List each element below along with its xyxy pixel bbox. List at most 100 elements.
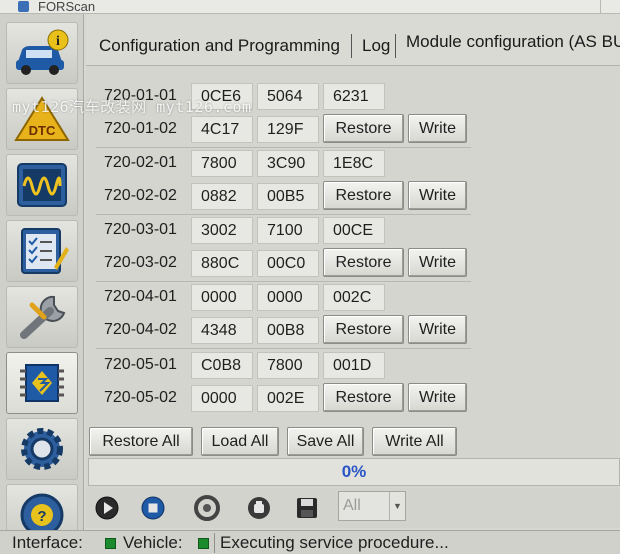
group-divider xyxy=(96,147,471,148)
row-label: 720-04-02 xyxy=(104,321,177,338)
sidebar-item-vehicle-info[interactable]: i xyxy=(6,22,78,84)
interface-status-led xyxy=(105,538,116,549)
tire-icon xyxy=(194,495,220,521)
row-label: 720-05-02 xyxy=(104,389,177,406)
row-label: 720-03-02 xyxy=(104,254,177,271)
reset-button[interactable] xyxy=(244,494,274,522)
play-icon xyxy=(95,496,119,520)
reset-icon xyxy=(248,497,270,519)
write-button[interactable]: Write xyxy=(408,315,467,344)
restore-button[interactable]: Restore xyxy=(323,248,404,277)
save-button[interactable] xyxy=(292,494,322,522)
toolbar: All ▼ xyxy=(86,488,620,528)
value-cell[interactable]: 4348 xyxy=(191,317,253,344)
value-cell[interactable]: 00CE xyxy=(323,217,385,244)
chevron-down-icon: ▼ xyxy=(389,492,405,520)
save-all-button[interactable]: Save All xyxy=(287,427,364,456)
value-cell[interactable]: 0000 xyxy=(191,284,253,311)
tab-bar: Configuration and Programming Log Module… xyxy=(86,14,620,66)
title-bar: FORScan xyxy=(0,0,620,14)
value-cell[interactable]: 3C90 xyxy=(257,150,319,177)
interface-label: Interface: xyxy=(12,533,83,552)
configuration-table: 720-01-01 0CE6 5064 6231 720-01-02 4C17 … xyxy=(86,66,620,524)
value-cell[interactable]: C0B8 xyxy=(191,352,253,379)
status-separator xyxy=(214,533,215,553)
tab-log[interactable]: Log xyxy=(362,36,390,56)
svg-text:i: i xyxy=(56,34,60,49)
write-button[interactable]: Write xyxy=(408,383,467,412)
sidebar-item-configuration[interactable] xyxy=(6,352,78,414)
close-icon[interactable] xyxy=(600,0,620,13)
sidebar-item-settings[interactable] xyxy=(6,418,78,480)
status-bar: Interface: Vehicle: Executing service pr… xyxy=(0,530,620,554)
row-label: 720-03-01 xyxy=(104,221,177,238)
value-cell[interactable]: 7800 xyxy=(257,352,319,379)
module-filter-value: All xyxy=(343,497,361,514)
write-button[interactable]: Write xyxy=(408,181,467,210)
value-cell[interactable]: 0000 xyxy=(191,385,253,412)
svg-text:?: ? xyxy=(37,508,46,525)
sidebar-item-service[interactable] xyxy=(6,286,78,348)
chip-icon xyxy=(20,364,64,402)
tab-module-configuration[interactable]: Module configuration (AS BU xyxy=(406,32,620,52)
progress-text: 0% xyxy=(341,462,367,481)
value-cell[interactable]: 00B5 xyxy=(257,183,319,210)
value-cell[interactable]: 880C xyxy=(191,250,253,277)
row-label: 720-01-02 xyxy=(104,120,177,137)
value-cell[interactable]: 3002 xyxy=(191,217,253,244)
row-label: 720-04-01 xyxy=(104,288,177,305)
row-label: 720-02-01 xyxy=(104,154,177,171)
group-divider xyxy=(96,348,471,349)
car-info-icon: i xyxy=(16,29,69,75)
vehicle-label: Vehicle: xyxy=(123,533,183,552)
value-cell[interactable]: 129F xyxy=(257,116,319,143)
value-cell[interactable]: 0000 xyxy=(257,284,319,311)
value-cell[interactable]: 00B8 xyxy=(257,317,319,344)
write-button[interactable]: Write xyxy=(408,248,467,277)
tab-separator xyxy=(351,34,352,58)
save-icon xyxy=(297,498,317,518)
sidebar: i DTC ? xyxy=(0,14,84,546)
value-cell[interactable]: 4C17 xyxy=(191,116,253,143)
restore-all-button[interactable]: Restore All xyxy=(89,427,193,456)
restore-button[interactable]: Restore xyxy=(323,114,404,143)
progress-bar: 0% xyxy=(88,458,620,486)
group-divider xyxy=(96,214,471,215)
value-cell[interactable]: 7800 xyxy=(191,150,253,177)
vehicle-status-led xyxy=(198,538,209,549)
sidebar-item-oscilloscope[interactable] xyxy=(6,154,78,216)
app-icon xyxy=(18,1,29,12)
tire-button[interactable] xyxy=(192,494,222,522)
tab-configuration-programming[interactable]: Configuration and Programming xyxy=(99,36,340,56)
value-cell[interactable]: 0882 xyxy=(191,183,253,210)
status-message: Executing service procedure... xyxy=(220,533,449,552)
checklist-icon xyxy=(21,228,69,274)
write-all-button[interactable]: Write All xyxy=(372,427,457,456)
svg-text:DTC: DTC xyxy=(29,123,56,138)
row-label: 720-02-02 xyxy=(104,187,177,204)
value-cell[interactable]: 001D xyxy=(323,352,385,379)
module-filter-select[interactable]: All ▼ xyxy=(338,491,406,521)
value-cell[interactable]: 1E8C xyxy=(323,150,385,177)
load-all-button[interactable]: Load All xyxy=(201,427,279,456)
play-button[interactable] xyxy=(92,494,122,522)
restore-button[interactable]: Restore xyxy=(323,181,404,210)
value-cell[interactable]: 6231 xyxy=(323,83,385,110)
stop-icon xyxy=(141,496,165,520)
oscilloscope-icon xyxy=(17,163,67,207)
value-cell[interactable]: 002C xyxy=(323,284,385,311)
value-cell[interactable]: 002E xyxy=(257,385,319,412)
restore-button[interactable]: Restore xyxy=(323,315,404,344)
value-cell[interactable]: 7100 xyxy=(257,217,319,244)
restore-button[interactable]: Restore xyxy=(323,383,404,412)
value-cell[interactable]: 5064 xyxy=(257,83,319,110)
value-cell[interactable]: 00C0 xyxy=(257,250,319,277)
wrench-icon xyxy=(20,295,66,339)
sidebar-item-checklist[interactable] xyxy=(6,220,78,282)
row-label: 720-05-01 xyxy=(104,356,177,373)
window-title: FORScan xyxy=(38,0,96,14)
watermark: myt126汽车改装网 myt126.com xyxy=(12,98,252,116)
group-divider xyxy=(96,281,471,282)
stop-button[interactable] xyxy=(138,494,168,522)
write-button[interactable]: Write xyxy=(408,114,467,143)
